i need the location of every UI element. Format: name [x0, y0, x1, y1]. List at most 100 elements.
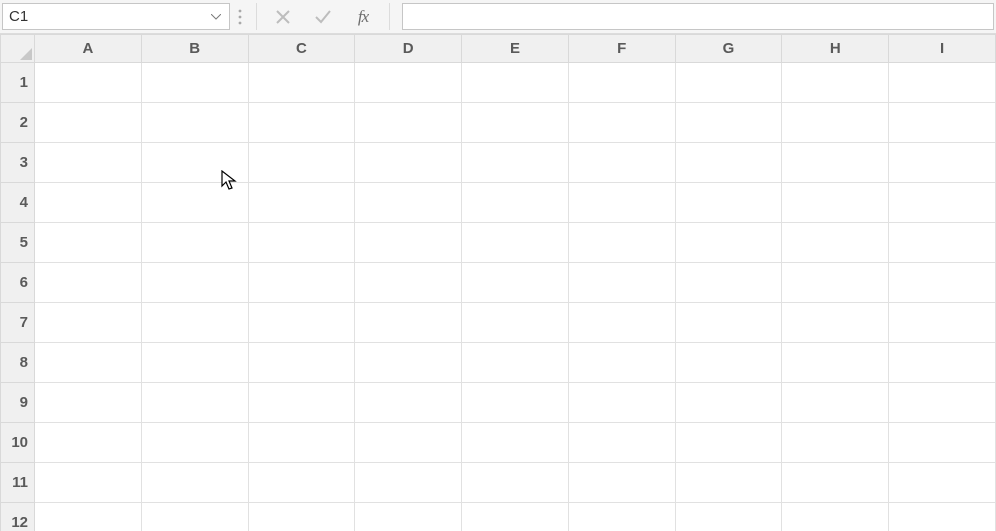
cell[interactable] [675, 303, 782, 343]
cell[interactable] [568, 303, 675, 343]
select-all-corner[interactable] [1, 35, 35, 63]
cell[interactable] [675, 383, 782, 423]
cell[interactable] [141, 143, 248, 183]
cell[interactable] [568, 423, 675, 463]
cell[interactable] [355, 383, 462, 423]
cell[interactable] [355, 463, 462, 503]
cell[interactable] [35, 423, 142, 463]
cell[interactable] [35, 463, 142, 503]
cell[interactable] [782, 303, 889, 343]
column-header[interactable]: H [782, 35, 889, 63]
cell[interactable] [355, 223, 462, 263]
cell[interactable] [568, 343, 675, 383]
cell[interactable] [141, 263, 248, 303]
cell[interactable] [35, 503, 142, 531]
cell[interactable] [568, 63, 675, 103]
insert-function-button[interactable]: fx [343, 0, 383, 33]
column-header[interactable]: D [355, 35, 462, 63]
cell[interactable] [889, 343, 996, 383]
cell[interactable] [462, 183, 569, 223]
cell[interactable] [889, 463, 996, 503]
cell[interactable] [782, 63, 889, 103]
cell[interactable] [248, 303, 355, 343]
cell[interactable] [782, 463, 889, 503]
cell[interactable] [675, 343, 782, 383]
row-header[interactable]: 2 [1, 103, 35, 143]
row-header[interactable]: 12 [1, 503, 35, 531]
cell[interactable] [35, 343, 142, 383]
cell[interactable] [568, 223, 675, 263]
cell[interactable] [782, 143, 889, 183]
cell[interactable] [35, 103, 142, 143]
cell[interactable] [35, 183, 142, 223]
cell[interactable] [355, 63, 462, 103]
cell[interactable] [568, 183, 675, 223]
cell[interactable] [782, 263, 889, 303]
cell[interactable] [248, 103, 355, 143]
cell[interactable] [889, 423, 996, 463]
cell[interactable] [889, 303, 996, 343]
cell[interactable] [141, 423, 248, 463]
cell[interactable] [35, 63, 142, 103]
formula-input[interactable] [409, 4, 987, 29]
cell[interactable] [248, 343, 355, 383]
cell[interactable] [675, 263, 782, 303]
cell[interactable] [141, 343, 248, 383]
cell[interactable] [462, 423, 569, 463]
cell[interactable] [248, 143, 355, 183]
cell[interactable] [675, 183, 782, 223]
cell[interactable] [141, 383, 248, 423]
cell[interactable] [782, 343, 889, 383]
cell[interactable] [675, 223, 782, 263]
cell[interactable] [568, 503, 675, 531]
cell[interactable] [248, 463, 355, 503]
cell[interactable] [889, 263, 996, 303]
cell[interactable] [462, 463, 569, 503]
cell[interactable] [355, 503, 462, 531]
kebab-icon[interactable] [230, 0, 250, 33]
cell[interactable] [248, 223, 355, 263]
cell[interactable] [782, 383, 889, 423]
cell[interactable] [462, 63, 569, 103]
cell[interactable] [889, 103, 996, 143]
cell[interactable] [462, 143, 569, 183]
cell[interactable] [889, 183, 996, 223]
cell[interactable] [248, 423, 355, 463]
cell[interactable] [355, 103, 462, 143]
row-header[interactable]: 8 [1, 343, 35, 383]
cell[interactable] [462, 383, 569, 423]
cell[interactable] [782, 503, 889, 531]
name-box[interactable] [9, 4, 209, 29]
cell[interactable] [248, 63, 355, 103]
cell[interactable] [675, 63, 782, 103]
column-header[interactable]: F [568, 35, 675, 63]
row-header[interactable]: 7 [1, 303, 35, 343]
cell[interactable] [248, 503, 355, 531]
cell[interactable] [889, 383, 996, 423]
cell[interactable] [141, 503, 248, 531]
cell[interactable] [35, 383, 142, 423]
cell[interactable] [355, 303, 462, 343]
cell[interactable] [568, 143, 675, 183]
cell[interactable] [782, 103, 889, 143]
cell[interactable] [141, 183, 248, 223]
cell[interactable] [355, 423, 462, 463]
cell[interactable] [35, 143, 142, 183]
row-header[interactable]: 10 [1, 423, 35, 463]
cell[interactable] [141, 223, 248, 263]
cell[interactable] [35, 223, 142, 263]
cell[interactable] [462, 103, 569, 143]
column-header[interactable]: C [248, 35, 355, 63]
cell[interactable] [782, 223, 889, 263]
cell[interactable] [141, 463, 248, 503]
cell[interactable] [568, 263, 675, 303]
cell[interactable] [568, 463, 675, 503]
cell[interactable] [355, 263, 462, 303]
row-header[interactable]: 4 [1, 183, 35, 223]
cell[interactable] [462, 503, 569, 531]
column-header[interactable]: E [462, 35, 569, 63]
cell[interactable] [141, 103, 248, 143]
cancel-button[interactable] [263, 0, 303, 33]
row-header[interactable]: 5 [1, 223, 35, 263]
cell[interactable] [141, 63, 248, 103]
